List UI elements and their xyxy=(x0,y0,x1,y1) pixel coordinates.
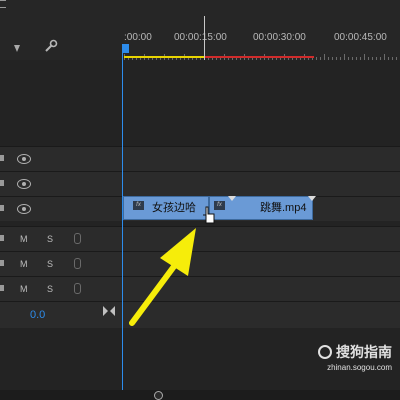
eye-icon[interactable] xyxy=(17,179,31,189)
solo-button[interactable]: S xyxy=(47,259,53,269)
microphone-icon[interactable] xyxy=(74,283,81,294)
clip-label: 跳舞.mp4 xyxy=(260,202,307,214)
lock-icon[interactable] xyxy=(0,155,4,161)
add-marker-icon[interactable] xyxy=(14,45,20,52)
eye-icon[interactable] xyxy=(17,204,31,214)
solo-button[interactable]: S xyxy=(47,234,53,244)
work-area-bar-yellow[interactable] xyxy=(124,56,204,58)
horizontal-scrollbar[interactable] xyxy=(0,390,400,400)
ruler-timecode: 00:00:30:00 xyxy=(253,32,306,43)
ruler-timecode: :00:00 xyxy=(124,32,152,43)
mute-button[interactable]: M xyxy=(20,259,28,269)
watermark-url: zhinan.sogou.com xyxy=(327,363,392,372)
scrollbar-thumb[interactable] xyxy=(154,391,163,400)
watermark-title: 搜狗指南 xyxy=(336,344,392,360)
video-clip[interactable]: fx 跳舞.mp4 xyxy=(209,196,313,220)
wrench-icon[interactable] xyxy=(44,39,58,53)
lock-icon[interactable] xyxy=(0,285,4,291)
fx-badge: fx xyxy=(133,201,144,210)
video-clip[interactable]: fx 女孩边哈 xyxy=(123,196,209,220)
ruler-timecode: 00:00:15:00 xyxy=(174,32,227,43)
playhead[interactable] xyxy=(122,44,123,390)
go-to-in-out-icon[interactable] xyxy=(103,306,115,316)
mute-button[interactable]: M xyxy=(20,284,28,294)
transition-marker[interactable] xyxy=(308,196,316,201)
annotation-arrow xyxy=(129,228,196,326)
solo-button[interactable]: S xyxy=(47,284,53,294)
mute-button[interactable]: M xyxy=(20,234,28,244)
lock-icon[interactable] xyxy=(0,180,4,186)
master-volume-value[interactable]: 0.0 xyxy=(30,309,45,321)
clip-label: 女孩边哈 xyxy=(152,202,196,214)
microphone-icon[interactable] xyxy=(74,258,81,269)
video-track[interactable] xyxy=(0,146,400,171)
transition-marker[interactable] xyxy=(228,196,236,201)
lock-icon[interactable] xyxy=(0,235,4,241)
lock-icon[interactable] xyxy=(0,260,4,266)
playhead-handle[interactable] xyxy=(122,44,129,53)
microphone-icon[interactable] xyxy=(74,233,81,244)
watermark: 搜狗指南 zhinan.sogou.com xyxy=(318,342,392,372)
ruler-timecode: 00:00:45:00 xyxy=(334,32,387,43)
hover-line xyxy=(204,16,205,61)
video-track[interactable] xyxy=(0,171,400,196)
work-area-bar-red[interactable] xyxy=(204,56,314,58)
empty-track-area xyxy=(0,60,400,145)
lock-icon[interactable] xyxy=(0,205,4,211)
eye-icon[interactable] xyxy=(17,154,31,164)
watermark-logo-icon xyxy=(318,345,332,359)
menu-icon[interactable] xyxy=(0,0,6,8)
